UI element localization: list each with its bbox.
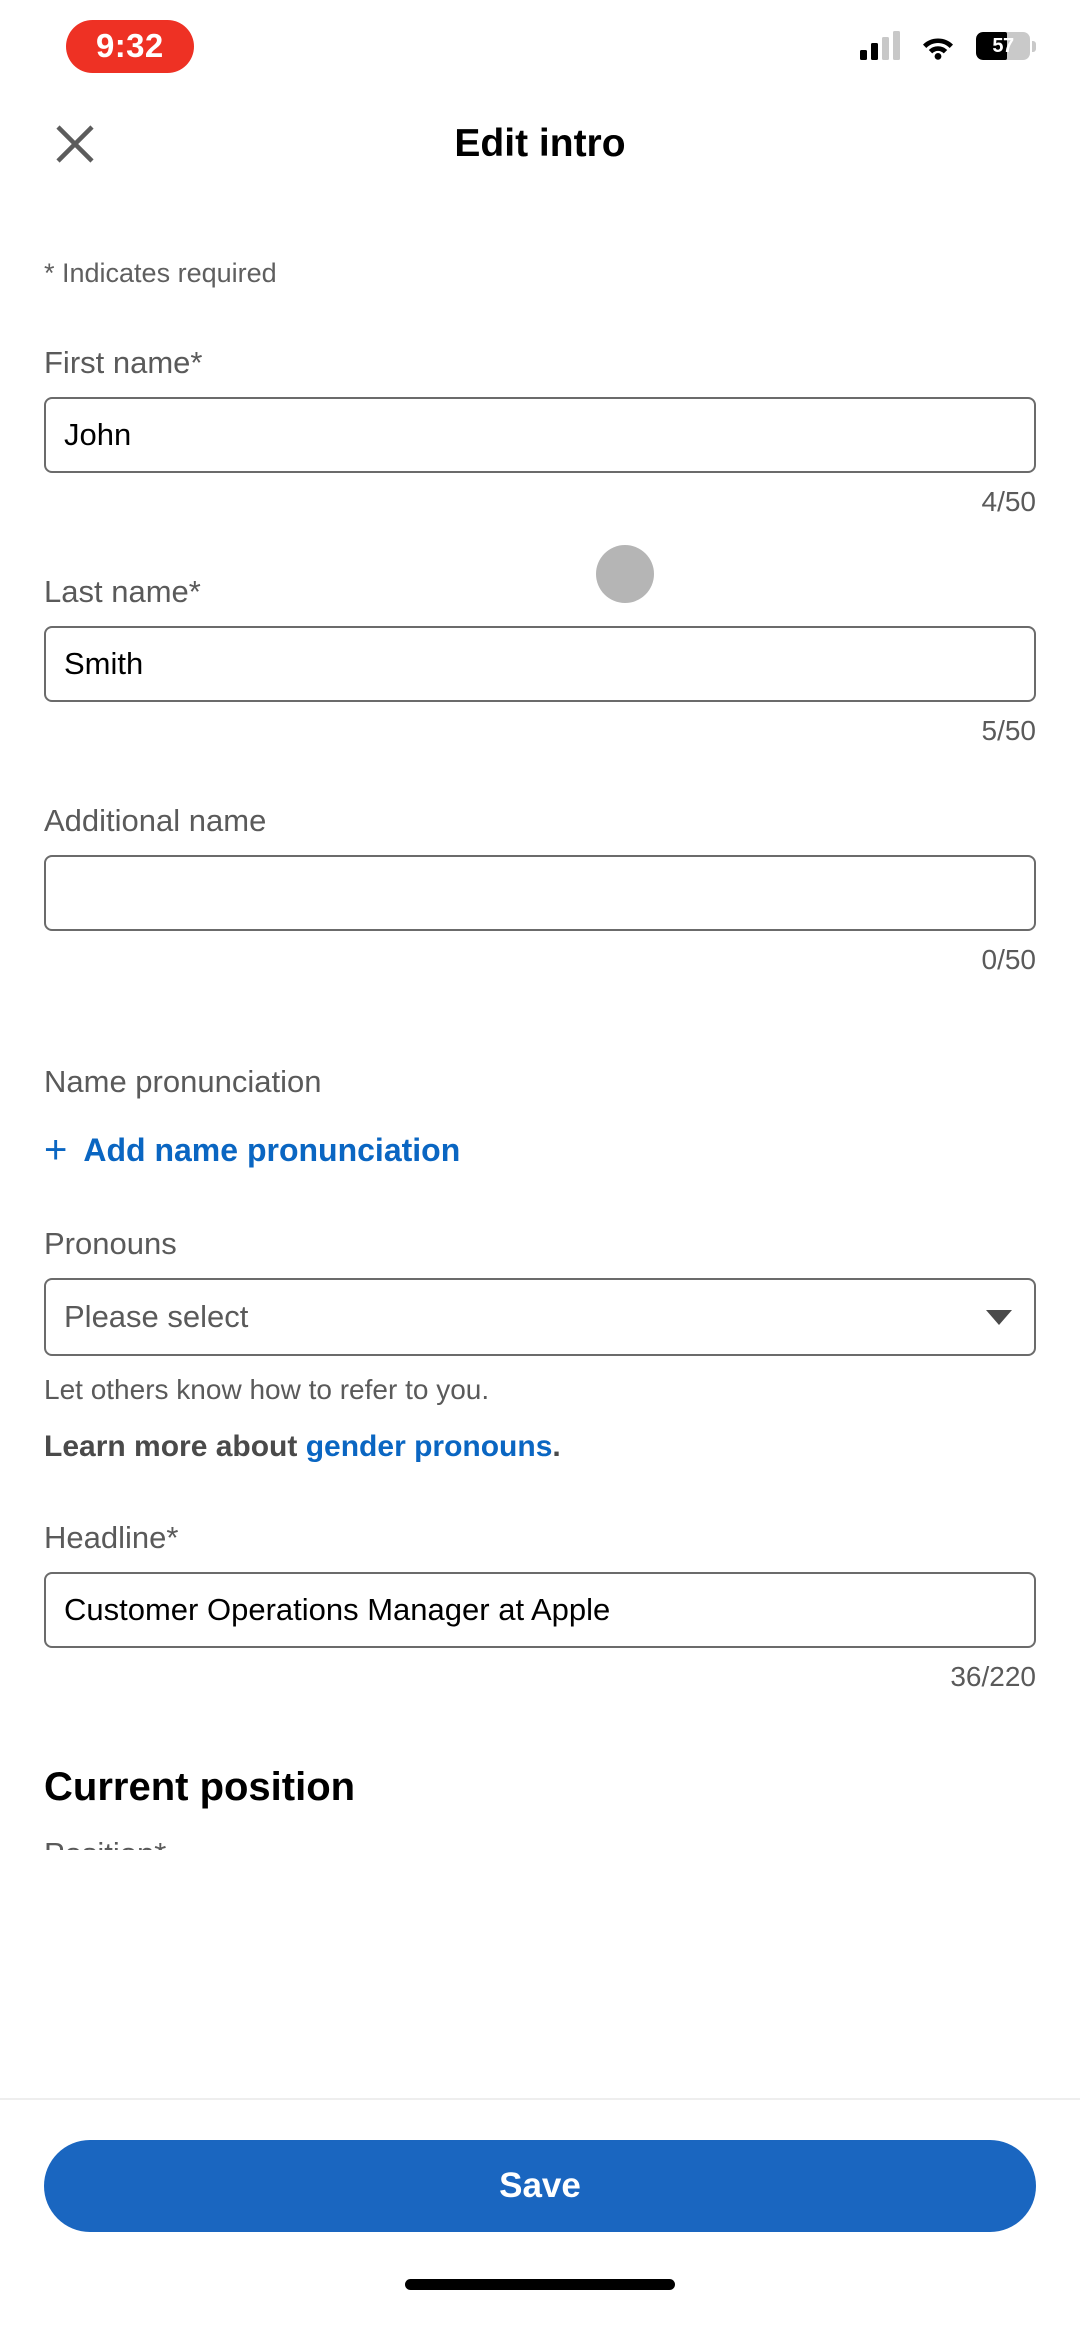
additional-name-input[interactable] <box>44 855 1036 931</box>
first-name-field-group: First name* John 4/50 <box>44 345 1036 518</box>
phone-screen: 9:32 57 Edit intro * Indicates required … <box>0 0 1080 2336</box>
first-name-label: First name* <box>44 345 203 380</box>
learn-more-row: Learn more about gender pronouns. <box>44 1430 1036 1464</box>
headline-field-group: Headline* Customer Operations Manager at… <box>44 1520 1036 1693</box>
additional-name-counter: 0/50 <box>981 944 1037 975</box>
headline-counter: 36/220 <box>950 1661 1036 1692</box>
pronouns-field-group: Pronouns Please select Let others know h… <box>44 1226 1036 1464</box>
last-name-field-group: Last name* Smith 5/50 <box>44 574 1036 747</box>
form-scroll-area[interactable]: * Indicates required First name* John 4/… <box>0 196 1080 2098</box>
additional-name-label: Additional name <box>44 803 267 838</box>
position-label-clipped: Position* <box>44 1836 1036 1850</box>
home-indicator-area <box>44 2232 1036 2336</box>
page-title: Edit intro <box>454 122 626 165</box>
additional-name-field-group: Additional name 0/50 <box>44 803 1036 976</box>
battery-icon: 57 <box>976 32 1036 60</box>
pronouns-select[interactable]: Please select <box>44 1278 1036 1356</box>
learn-more-prefix: Learn more about <box>44 1430 306 1463</box>
home-indicator <box>405 2278 675 2290</box>
plus-icon: + <box>44 1128 68 1172</box>
current-position-heading: Current position <box>44 1765 356 1809</box>
chevron-down-icon <box>986 1309 1012 1325</box>
battery-percent-label: 57 <box>992 35 1014 57</box>
last-name-input[interactable]: Smith <box>44 626 1036 702</box>
save-button[interactable]: Save <box>44 2140 1036 2232</box>
cellular-signal-icon <box>860 31 900 60</box>
close-button[interactable] <box>44 113 106 175</box>
pronouns-selected-value: Please select <box>64 1299 249 1334</box>
last-name-counter: 5/50 <box>981 715 1037 746</box>
footer-action-bar: Save <box>0 2098 1080 2336</box>
first-name-input[interactable]: John <box>44 397 1036 473</box>
status-bar: 9:32 57 <box>0 0 1080 92</box>
add-name-pronunciation-label: Add name pronunciation <box>83 1131 461 1168</box>
headline-input[interactable]: Customer Operations Manager at Apple <box>44 1572 1036 1648</box>
required-indicator-note: * Indicates required <box>44 258 277 288</box>
headline-label: Headline* <box>44 1520 179 1555</box>
first-name-counter: 4/50 <box>981 486 1037 517</box>
gender-pronouns-link[interactable]: gender pronouns <box>306 1430 553 1463</box>
learn-more-suffix: . <box>552 1430 561 1463</box>
close-icon <box>56 125 94 163</box>
add-name-pronunciation-button[interactable]: + Add name pronunciation <box>44 1130 1036 1170</box>
last-name-label: Last name* <box>44 574 201 609</box>
pronouns-helper-text: Let others know how to refer to you. <box>44 1374 490 1405</box>
navigation-bar: Edit intro <box>0 92 1080 196</box>
wifi-icon <box>923 38 953 60</box>
recording-time-pill: 9:32 <box>66 19 194 73</box>
name-pronunciation-group: Name pronunciation + Add name pronunciat… <box>44 1064 1036 1170</box>
pronouns-label: Pronouns <box>44 1226 177 1261</box>
name-pronunciation-label: Name pronunciation <box>44 1064 322 1099</box>
current-position-group: Current position Position* <box>44 1765 1036 1850</box>
status-bar-icons: 57 <box>860 31 1036 60</box>
